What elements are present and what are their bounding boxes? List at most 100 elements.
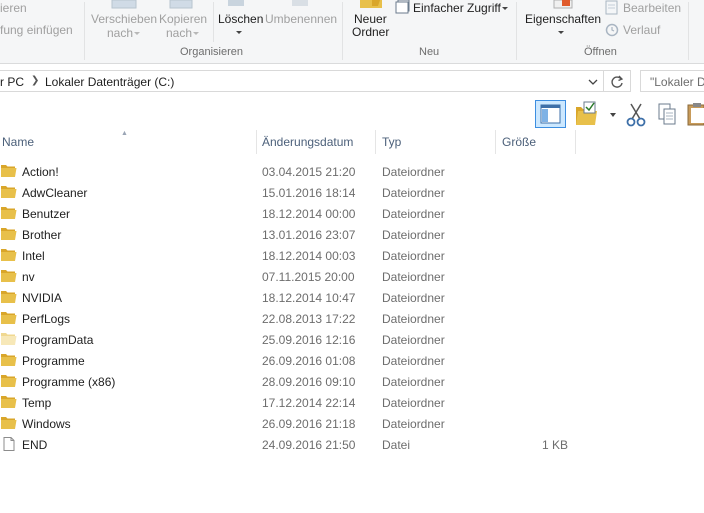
file-date: 18.12.2014 00:03 xyxy=(262,249,356,263)
chevron-down-icon xyxy=(502,7,508,10)
file-name: nv xyxy=(22,270,35,284)
copy-path-button[interactable]: ieren xyxy=(0,2,27,15)
chevron-down-icon xyxy=(193,32,199,35)
breadcrumb-separator-icon[interactable]: ❯ xyxy=(31,75,39,86)
properties-icon xyxy=(553,0,573,9)
file-row[interactable]: Intel 18.12.2014 00:03 Dateiordner xyxy=(0,245,600,266)
file-date: 13.01.2016 23:07 xyxy=(262,228,356,242)
select-folder-button[interactable] xyxy=(571,100,619,128)
refresh-icon xyxy=(611,75,624,88)
file-row[interactable]: Brother 13.01.2016 23:07 Dateiordner xyxy=(0,224,600,245)
file-name: Benutzer xyxy=(22,207,71,221)
copy-to-label-line2: nach xyxy=(166,26,193,40)
search-input[interactable]: "Lokaler D xyxy=(640,70,704,92)
column-divider[interactable] xyxy=(375,130,376,154)
column-divider[interactable] xyxy=(575,130,576,154)
file-name: Temp xyxy=(22,396,52,410)
copy-icon xyxy=(658,103,676,125)
ribbon-separator xyxy=(516,2,517,60)
file-type: Dateiordner xyxy=(382,312,445,326)
copy-button[interactable] xyxy=(655,100,681,128)
file-date: 18.12.2014 00:00 xyxy=(262,207,356,221)
column-headers: ▲ Name Änderungsdatum Typ Größe xyxy=(0,130,704,156)
file-size: 1 KB xyxy=(541,438,568,452)
column-header-name[interactable]: Name xyxy=(0,130,256,154)
preview-pane-button[interactable] xyxy=(535,100,566,128)
file-type: Dateiordner xyxy=(382,417,445,431)
ribbon-separator xyxy=(342,2,343,60)
scissors-icon xyxy=(626,103,646,127)
new-folder-label-line2: Ordner xyxy=(352,25,390,39)
move-to-label-line1: Verschieben xyxy=(91,12,158,26)
file-row[interactable]: Benutzer 18.12.2014 00:00 Dateiordner xyxy=(0,203,600,224)
column-header-type[interactable]: Typ xyxy=(377,130,495,154)
file-type: Datei xyxy=(382,438,411,452)
file-row[interactable]: Action! 03.04.2015 21:20 Dateiordner xyxy=(0,161,600,182)
history-icon xyxy=(605,23,619,37)
file-row[interactable]: Programme 26.09.2016 01:08 Dateiordner xyxy=(0,350,600,371)
file-name: AdwCleaner xyxy=(22,186,88,200)
rename-label: Umbenennen xyxy=(265,12,338,26)
file-row[interactable]: PerfLogs 22.08.2013 17:22 Dateiordner xyxy=(0,308,600,329)
delete-icon xyxy=(228,0,244,6)
ribbon-separator xyxy=(213,2,214,42)
move-to-label-line2: nach xyxy=(107,26,134,40)
file-row[interactable]: END 24.09.2016 21:50 Datei 1 KB xyxy=(0,434,600,455)
group-label-open: Öffnen xyxy=(584,46,617,58)
file-date: 15.01.2016 18:14 xyxy=(262,186,356,200)
properties-label: Eigenschaften xyxy=(525,12,602,26)
chevron-down-icon xyxy=(558,31,564,34)
address-bar[interactable]: r PC ❯ Lokaler Datenträger (C:) xyxy=(0,70,604,92)
file-type: Dateiordner xyxy=(382,375,445,389)
address-dropdown-icon[interactable] xyxy=(586,75,600,89)
chevron-down-icon xyxy=(236,31,242,34)
file-date: 03.04.2015 21:20 xyxy=(262,165,356,179)
file-type: Dateiordner xyxy=(382,270,445,284)
file-row[interactable]: NVIDIA 18.12.2014 10:47 Dateiordner xyxy=(0,287,600,308)
file-row[interactable]: AdwCleaner 15.01.2016 18:14 Dateiordner xyxy=(0,182,600,203)
file-row[interactable]: Programme (x86) 28.09.2016 09:10 Dateiordn… xyxy=(0,371,600,392)
column-header-size[interactable]: Größe xyxy=(497,130,575,154)
folder-icon xyxy=(1,311,17,325)
file-date: 17.12.2014 22:14 xyxy=(262,396,356,410)
file-row[interactable]: nv 07.11.2015 20:00 Dateiordner xyxy=(0,266,600,287)
history-label: Verlauf xyxy=(623,23,661,37)
file-type: Dateiordner xyxy=(382,228,445,242)
group-label-organize: Organisieren xyxy=(180,46,243,58)
folder-icon xyxy=(1,185,17,199)
paste-shortcut-button[interactable]: fung einfügen xyxy=(0,24,73,37)
file-row[interactable]: Temp 17.12.2014 22:14 Dateiordner xyxy=(0,392,600,413)
file-type: Dateiordner xyxy=(382,207,445,221)
file-date: 25.09.2016 12:16 xyxy=(262,333,356,347)
folder-icon xyxy=(1,206,17,220)
file-name: Intel xyxy=(22,249,45,263)
column-header-date[interactable]: Änderungsdatum xyxy=(257,130,375,154)
file-date: 26.09.2016 01:08 xyxy=(262,354,356,368)
column-divider[interactable] xyxy=(495,130,496,154)
delete-label: Löschen xyxy=(218,12,264,26)
file-name: PerfLogs xyxy=(22,312,71,326)
ribbon-separator xyxy=(688,2,689,60)
refresh-button[interactable] xyxy=(604,70,631,92)
folder-icon xyxy=(1,269,17,283)
cut-button[interactable] xyxy=(623,100,649,128)
file-name: END xyxy=(22,438,48,452)
rename-icon xyxy=(292,0,308,6)
file-date: 28.09.2016 09:10 xyxy=(262,375,356,389)
folder-icon xyxy=(1,248,17,262)
copy-to-label-line1: Kopieren xyxy=(159,12,208,26)
file-icon xyxy=(1,437,17,451)
breadcrumb-this-pc[interactable]: r PC xyxy=(0,75,24,89)
breadcrumb-drive[interactable]: Lokaler Datenträger (C:) xyxy=(45,75,174,89)
file-row[interactable]: Windows 26.09.2016 21:18 Dateiordner xyxy=(0,413,600,434)
folder-icon xyxy=(1,227,17,241)
preview-pane-icon xyxy=(540,104,561,124)
file-row[interactable]: ProgramData 25.09.2016 12:16 Dateiordner xyxy=(0,329,600,350)
paste-button[interactable] xyxy=(684,100,704,128)
file-name: Windows xyxy=(22,417,71,431)
address-row: r PC ❯ Lokaler Datenträger (C:) "Lokaler… xyxy=(0,64,704,98)
file-type: Dateiordner xyxy=(382,165,445,179)
folder-icon xyxy=(1,374,17,388)
edit-label: Bearbeiten xyxy=(623,1,682,15)
file-date: 24.09.2016 21:50 xyxy=(262,438,356,452)
